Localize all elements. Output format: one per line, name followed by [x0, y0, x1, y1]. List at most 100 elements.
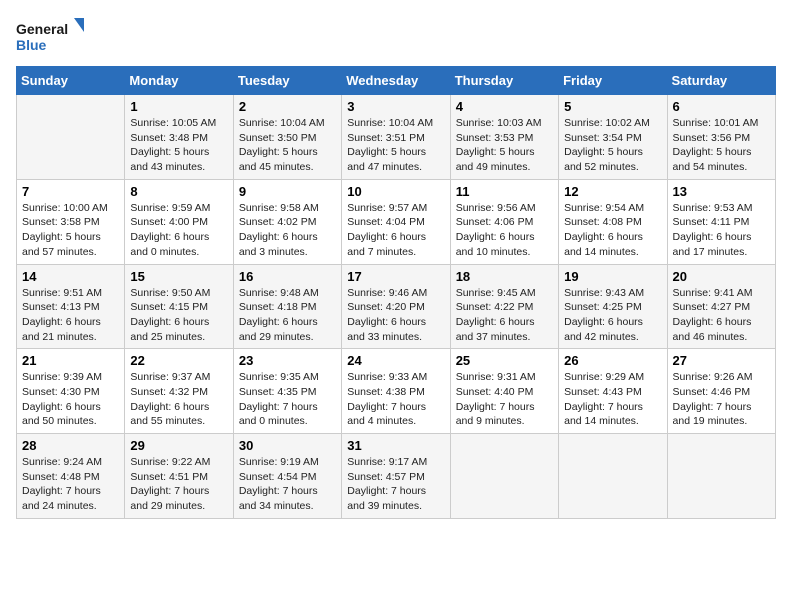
- calendar-cell: 29Sunrise: 9:22 AMSunset: 4:51 PMDayligh…: [125, 434, 233, 519]
- day-number: 5: [564, 99, 661, 114]
- day-info: Sunrise: 9:26 AMSunset: 4:46 PMDaylight:…: [673, 370, 770, 429]
- day-number: 8: [130, 184, 227, 199]
- day-number: 20: [673, 269, 770, 284]
- calendar-cell: 24 Sunrise: 9:33 AMSunset: 4:38 PMDayligh…: [342, 349, 450, 434]
- calendar-cell: 18Sunrise: 9:45 AMSunset: 4:22 PMDayligh…: [450, 264, 558, 349]
- day-number: 16: [239, 269, 336, 284]
- weekday-header-row: SundayMondayTuesdayWednesdayThursdayFrid…: [17, 67, 776, 95]
- day-info: Sunrise: 10:04 AMSunset: 3:50 PMDaylight…: [239, 116, 336, 175]
- day-info: Sunrise: 10:03 AMSunset: 3:53 PMDaylight…: [456, 116, 553, 175]
- calendar-cell: 1 Sunrise: 10:05 AMSunset: 3:48 PMDayligh…: [125, 95, 233, 180]
- calendar-cell: 17 Sunrise: 9:46 AMSunset: 4:20 PMDayligh…: [342, 264, 450, 349]
- day-info: Sunrise: 9:54 AMSunset: 4:08 PMDaylight:…: [564, 201, 661, 260]
- day-info: Sunrise: 10:05 AMSunset: 3:48 PMDaylight…: [130, 116, 227, 175]
- calendar-cell: 13Sunrise: 9:53 AMSunset: 4:11 PMDayligh…: [667, 179, 775, 264]
- day-info: Sunrise: 10:00 AMSunset: 3:58 PMDaylight…: [22, 201, 119, 260]
- day-number: 27: [673, 353, 770, 368]
- calendar-cell: [559, 434, 667, 519]
- calendar-cell: 16 Sunrise: 9:48 AMSunset: 4:18 PMDayligh…: [233, 264, 341, 349]
- calendar-cell: 19 Sunrise: 9:43 AMSunset: 4:25 PMDayligh…: [559, 264, 667, 349]
- weekday-header-wednesday: Wednesday: [342, 67, 450, 95]
- calendar-cell: [17, 95, 125, 180]
- day-number: 2: [239, 99, 336, 114]
- calendar-cell: 3 Sunrise: 10:04 AMSunset: 3:51 PMDayligh…: [342, 95, 450, 180]
- day-info: Sunrise: 9:33 AMSunset: 4:38 PMDaylight:…: [347, 370, 444, 429]
- day-number: 31: [347, 438, 444, 453]
- day-number: 14: [22, 269, 119, 284]
- calendar-cell: 9 Sunrise: 9:58 AMSunset: 4:02 PMDaylight…: [233, 179, 341, 264]
- calendar-cell: 8 Sunrise: 9:59 AMSunset: 4:00 PMDaylight…: [125, 179, 233, 264]
- calendar-cell: 12 Sunrise: 9:54 AMSunset: 4:08 PMDayligh…: [559, 179, 667, 264]
- day-number: 21: [22, 353, 119, 368]
- weekday-header-saturday: Saturday: [667, 67, 775, 95]
- weekday-header-sunday: Sunday: [17, 67, 125, 95]
- day-info: Sunrise: 9:41 AMSunset: 4:27 PMDaylight:…: [673, 286, 770, 345]
- calendar-week-row: 21 Sunrise: 9:39 AMSunset: 4:30 PMDayligh…: [17, 349, 776, 434]
- day-info: Sunrise: 9:35 AMSunset: 4:35 PMDaylight:…: [239, 370, 336, 429]
- day-number: 11: [456, 184, 553, 199]
- day-info: Sunrise: 9:57 AMSunset: 4:04 PMDaylight:…: [347, 201, 444, 260]
- weekday-header-monday: Monday: [125, 67, 233, 95]
- day-info: Sunrise: 9:43 AMSunset: 4:25 PMDaylight:…: [564, 286, 661, 345]
- day-number: 19: [564, 269, 661, 284]
- calendar-cell: 31Sunrise: 9:17 AMSunset: 4:57 PMDayligh…: [342, 434, 450, 519]
- day-info: Sunrise: 9:58 AMSunset: 4:02 PMDaylight:…: [239, 201, 336, 260]
- day-number: 22: [130, 353, 227, 368]
- calendar-cell: 23 Sunrise: 9:35 AMSunset: 4:35 PMDayligh…: [233, 349, 341, 434]
- day-info: Sunrise: 9:51 AMSunset: 4:13 PMDaylight:…: [22, 286, 119, 345]
- calendar-cell: 20 Sunrise: 9:41 AMSunset: 4:27 PMDayligh…: [667, 264, 775, 349]
- day-info: Sunrise: 9:56 AMSunset: 4:06 PMDaylight:…: [456, 201, 553, 260]
- calendar-cell: 27 Sunrise: 9:26 AMSunset: 4:46 PMDayligh…: [667, 349, 775, 434]
- calendar-cell: 14 Sunrise: 9:51 AMSunset: 4:13 PMDayligh…: [17, 264, 125, 349]
- calendar-week-row: 1 Sunrise: 10:05 AMSunset: 3:48 PMDayligh…: [17, 95, 776, 180]
- day-number: 18: [456, 269, 553, 284]
- day-info: Sunrise: 9:50 AMSunset: 4:15 PMDaylight:…: [130, 286, 227, 345]
- page-header: General Blue: [16, 16, 776, 56]
- calendar-cell: 26Sunrise: 9:29 AMSunset: 4:43 PMDayligh…: [559, 349, 667, 434]
- day-info: Sunrise: 9:48 AMSunset: 4:18 PMDaylight:…: [239, 286, 336, 345]
- day-number: 7: [22, 184, 119, 199]
- day-number: 9: [239, 184, 336, 199]
- day-info: Sunrise: 9:37 AMSunset: 4:32 PMDaylight:…: [130, 370, 227, 429]
- day-info: Sunrise: 9:59 AMSunset: 4:00 PMDaylight:…: [130, 201, 227, 260]
- day-info: Sunrise: 9:39 AMSunset: 4:30 PMDaylight:…: [22, 370, 119, 429]
- day-number: 1: [130, 99, 227, 114]
- svg-text:Blue: Blue: [16, 37, 47, 53]
- calendar-cell: 30 Sunrise: 9:19 AMSunset: 4:54 PMDayligh…: [233, 434, 341, 519]
- calendar-cell: 5Sunrise: 10:02 AMSunset: 3:54 PMDayligh…: [559, 95, 667, 180]
- calendar-cell: [450, 434, 558, 519]
- calendar-table: SundayMondayTuesdayWednesdayThursdayFrid…: [16, 66, 776, 519]
- day-info: Sunrise: 9:46 AMSunset: 4:20 PMDaylight:…: [347, 286, 444, 345]
- weekday-header-friday: Friday: [559, 67, 667, 95]
- day-number: 12: [564, 184, 661, 199]
- calendar-cell: 4Sunrise: 10:03 AMSunset: 3:53 PMDayligh…: [450, 95, 558, 180]
- day-info: Sunrise: 10:04 AMSunset: 3:51 PMDaylight…: [347, 116, 444, 175]
- day-number: 15: [130, 269, 227, 284]
- day-number: 28: [22, 438, 119, 453]
- day-number: 24: [347, 353, 444, 368]
- day-info: Sunrise: 9:19 AMSunset: 4:54 PMDaylight:…: [239, 455, 336, 514]
- day-number: 30: [239, 438, 336, 453]
- calendar-cell: 15 Sunrise: 9:50 AMSunset: 4:15 PMDayligh…: [125, 264, 233, 349]
- day-info: Sunrise: 10:01 AMSunset: 3:56 PMDaylight…: [673, 116, 770, 175]
- calendar-cell: 6Sunrise: 10:01 AMSunset: 3:56 PMDayligh…: [667, 95, 775, 180]
- logo-svg: General Blue: [16, 16, 86, 56]
- calendar-cell: 21 Sunrise: 9:39 AMSunset: 4:30 PMDayligh…: [17, 349, 125, 434]
- day-info: Sunrise: 9:31 AMSunset: 4:40 PMDaylight:…: [456, 370, 553, 429]
- day-info: Sunrise: 9:53 AMSunset: 4:11 PMDaylight:…: [673, 201, 770, 260]
- logo: General Blue: [16, 16, 86, 56]
- day-number: 23: [239, 353, 336, 368]
- day-info: Sunrise: 9:22 AMSunset: 4:51 PMDaylight:…: [130, 455, 227, 514]
- calendar-week-row: 7 Sunrise: 10:00 AMSunset: 3:58 PMDayligh…: [17, 179, 776, 264]
- weekday-header-thursday: Thursday: [450, 67, 558, 95]
- calendar-cell: 7 Sunrise: 10:00 AMSunset: 3:58 PMDayligh…: [17, 179, 125, 264]
- calendar-cell: 10 Sunrise: 9:57 AMSunset: 4:04 PMDayligh…: [342, 179, 450, 264]
- weekday-header-tuesday: Tuesday: [233, 67, 341, 95]
- day-number: 17: [347, 269, 444, 284]
- svg-text:General: General: [16, 21, 68, 37]
- day-number: 10: [347, 184, 444, 199]
- calendar-cell: 2 Sunrise: 10:04 AMSunset: 3:50 PMDayligh…: [233, 95, 341, 180]
- calendar-cell: 28Sunrise: 9:24 AMSunset: 4:48 PMDayligh…: [17, 434, 125, 519]
- calendar-cell: 22 Sunrise: 9:37 AMSunset: 4:32 PMDayligh…: [125, 349, 233, 434]
- day-number: 3: [347, 99, 444, 114]
